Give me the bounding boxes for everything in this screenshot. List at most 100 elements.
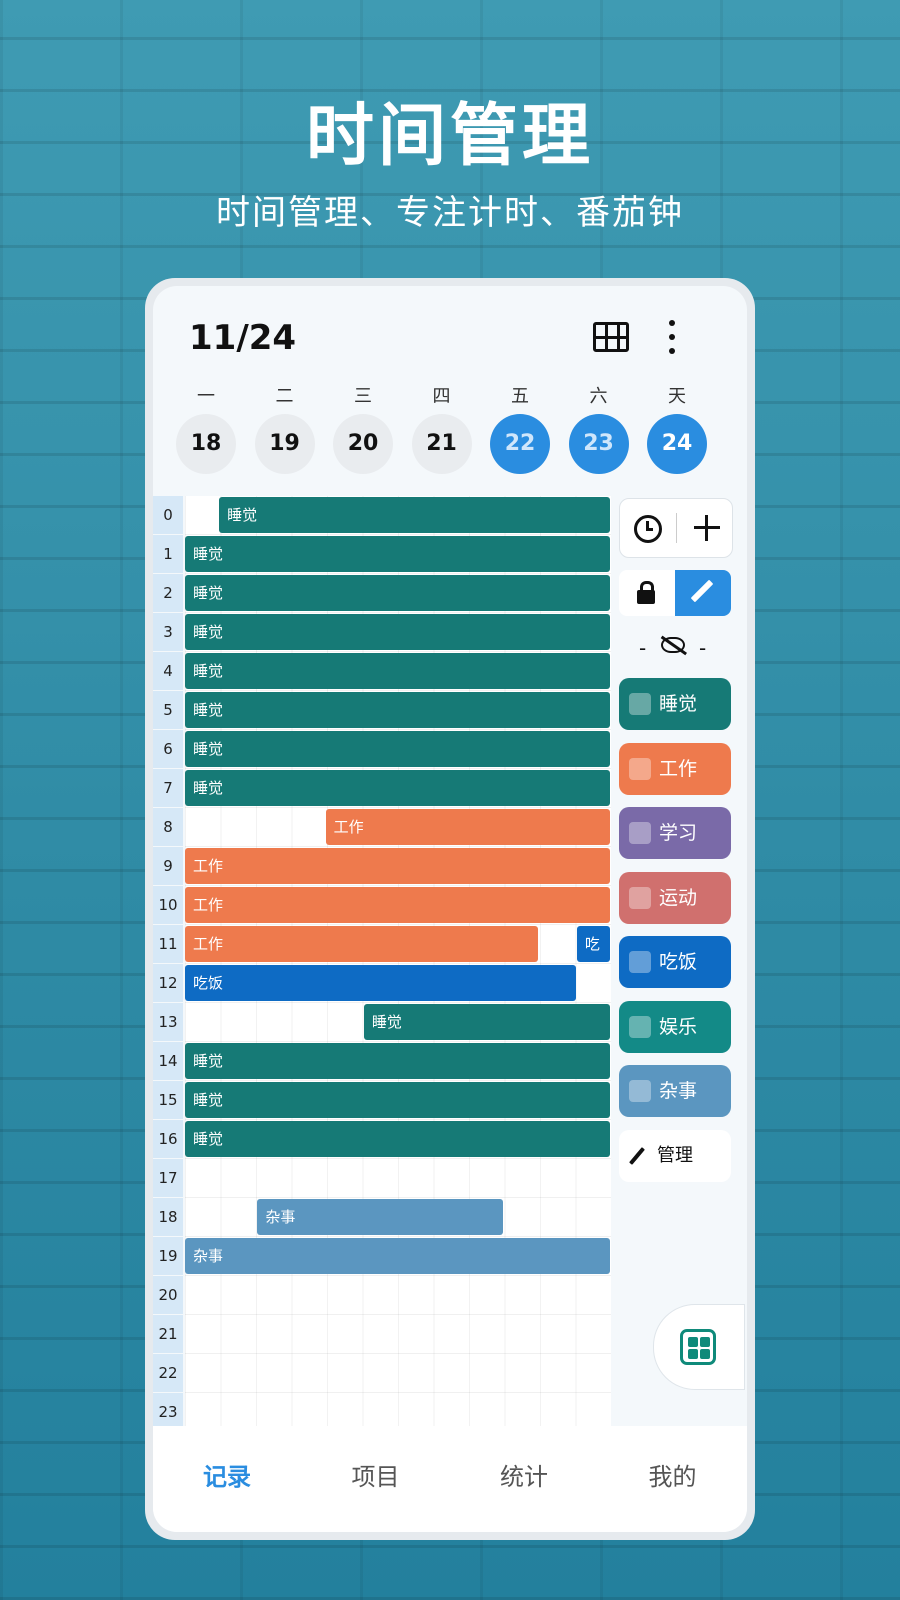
time-block[interactable]: 睡觉: [363, 1004, 610, 1040]
visibility-toggle[interactable]: - -: [619, 632, 731, 662]
manage-label: 管理: [657, 1144, 693, 1166]
hour-label: 16: [153, 1120, 183, 1158]
hour-label: 6: [153, 730, 183, 768]
time-block[interactable]: 吃饭: [185, 965, 576, 1001]
category-label: 睡觉: [659, 693, 698, 715]
time-block[interactable]: 工作: [185, 887, 610, 923]
time-block[interactable]: 睡觉: [185, 575, 610, 611]
tab-0[interactable]: 记录: [153, 1426, 301, 1532]
apps-fab[interactable]: [653, 1304, 745, 1390]
phone-icon: [629, 1015, 651, 1038]
bottom-nav: 记录 项目 统计 我的: [153, 1426, 747, 1532]
time-block[interactable]: 睡觉: [185, 614, 610, 650]
hour-label: 18: [153, 1198, 183, 1236]
bowl-icon: [629, 951, 651, 973]
plant-icon: [629, 693, 651, 715]
time-block[interactable]: 工作: [185, 926, 538, 962]
tab-3[interactable]: 我的: [599, 1426, 747, 1532]
hour-label: 20: [153, 1276, 183, 1314]
apps-grid-icon: [680, 1329, 716, 1365]
time-block[interactable]: 吃: [576, 926, 610, 962]
time-block[interactable]: 睡觉: [185, 653, 610, 689]
time-block[interactable]: 工作: [325, 809, 610, 845]
time-block[interactable]: 睡觉: [185, 1121, 610, 1157]
time-block[interactable]: 睡觉: [185, 536, 610, 572]
category-fun[interactable]: 娱乐: [619, 1000, 731, 1053]
hour-label: 5: [153, 691, 183, 729]
grid-icon[interactable]: [593, 322, 629, 352]
category-study[interactable]: 学习: [619, 807, 731, 859]
weekday-label: 二: [275, 386, 294, 407]
category-sport[interactable]: 运动: [619, 871, 731, 924]
hour-label: 8: [153, 808, 183, 846]
week-strip: 一 18 二 19 三 20 四 21 五 22 六 23 天 24: [175, 382, 735, 482]
time-block[interactable]: 睡觉: [219, 497, 610, 533]
day-24[interactable]: 天 24: [646, 382, 708, 474]
day-21[interactable]: 四 21: [411, 382, 473, 474]
desk-icon: [629, 757, 651, 780]
day-number: 23: [568, 414, 629, 474]
day-22[interactable]: 五 22: [489, 382, 551, 474]
hour-label: 17: [153, 1159, 183, 1197]
day-number: 22: [490, 414, 550, 474]
day-number: 18: [176, 414, 236, 474]
timeline-grid[interactable]: 睡觉 睡觉 睡觉 睡觉 睡觉 睡觉 睡觉 睡觉 工作 工作 工作 工作吃吃饭 睡觉 睡觉 睡觉 睡觉 杂事 杂事: [185, 496, 611, 1432]
lock-icon: [637, 581, 655, 604]
weekday-label: 天: [668, 386, 686, 407]
more-vertical-icon[interactable]: [665, 318, 679, 356]
day-number: 21: [411, 414, 472, 474]
tab-1[interactable]: 项目: [302, 1426, 450, 1532]
time-block[interactable]: 睡觉: [185, 692, 610, 728]
hour-label: 14: [153, 1042, 183, 1080]
app-screen: 11/24 一 18 二 19 三 20 四 21 五 22 六 23 天 24 睡觉 睡觉 睡觉 睡觉 睡觉 睡觉…: [153, 286, 747, 1532]
book-icon: [629, 822, 651, 844]
category-eat[interactable]: 吃饭: [619, 936, 731, 988]
hour-label: 4: [153, 652, 183, 690]
day-number: 24: [647, 414, 707, 474]
edit-button[interactable]: [675, 570, 731, 616]
time-block[interactable]: 杂事: [185, 1238, 610, 1274]
pencil-icon: [690, 579, 714, 603]
day-23[interactable]: 六 23: [568, 382, 630, 474]
hour-label: 21: [153, 1315, 183, 1353]
hour-label: 11: [153, 925, 183, 963]
hour-label: 13: [153, 1003, 183, 1041]
lock-button[interactable]: [619, 570, 675, 616]
category-label: 学习: [659, 822, 698, 844]
time-block[interactable]: 睡觉: [185, 770, 610, 806]
more-dot: [669, 348, 675, 354]
dash-left: -: [639, 636, 647, 660]
hour-label: 0: [153, 496, 183, 534]
promo-subtitle: 时间管理、专注计时、番茄钟: [216, 193, 684, 233]
tab-2[interactable]: 统计: [450, 1426, 598, 1532]
time-block[interactable]: 工作: [185, 848, 610, 884]
day-20[interactable]: 三 20: [332, 382, 394, 474]
manage-button[interactable]: 管理: [619, 1129, 731, 1182]
hour-label: 19: [153, 1237, 183, 1275]
apps-cell: [700, 1349, 710, 1359]
divider: [676, 513, 677, 543]
category-work[interactable]: 工作: [619, 742, 731, 795]
apps-cell: [688, 1349, 698, 1359]
pencil-icon: [629, 1146, 645, 1165]
weekday-label: 三: [354, 386, 372, 407]
weekday-label: 六: [589, 386, 608, 407]
day-19[interactable]: 二 19: [254, 382, 316, 474]
dash-right: -: [699, 636, 707, 660]
hour-label: 15: [153, 1081, 183, 1119]
time-block[interactable]: 睡觉: [185, 1043, 610, 1079]
time-block[interactable]: 杂事: [257, 1199, 504, 1235]
category-sleep[interactable]: 睡觉: [619, 678, 731, 730]
time-block[interactable]: 睡觉: [185, 731, 610, 767]
hour-label: 12: [153, 964, 183, 1002]
plus-icon[interactable]: [692, 513, 722, 543]
apps-cell: [688, 1337, 698, 1347]
more-dot: [669, 334, 675, 340]
weekday-label: 一: [197, 386, 215, 407]
clock-icon[interactable]: [634, 515, 662, 543]
category-label: 娱乐: [659, 1015, 698, 1038]
time-block[interactable]: 睡觉: [185, 1082, 610, 1118]
category-misc[interactable]: 杂事: [619, 1065, 731, 1117]
day-18[interactable]: 一 18: [175, 382, 237, 474]
current-date[interactable]: 11/24: [189, 318, 296, 358]
